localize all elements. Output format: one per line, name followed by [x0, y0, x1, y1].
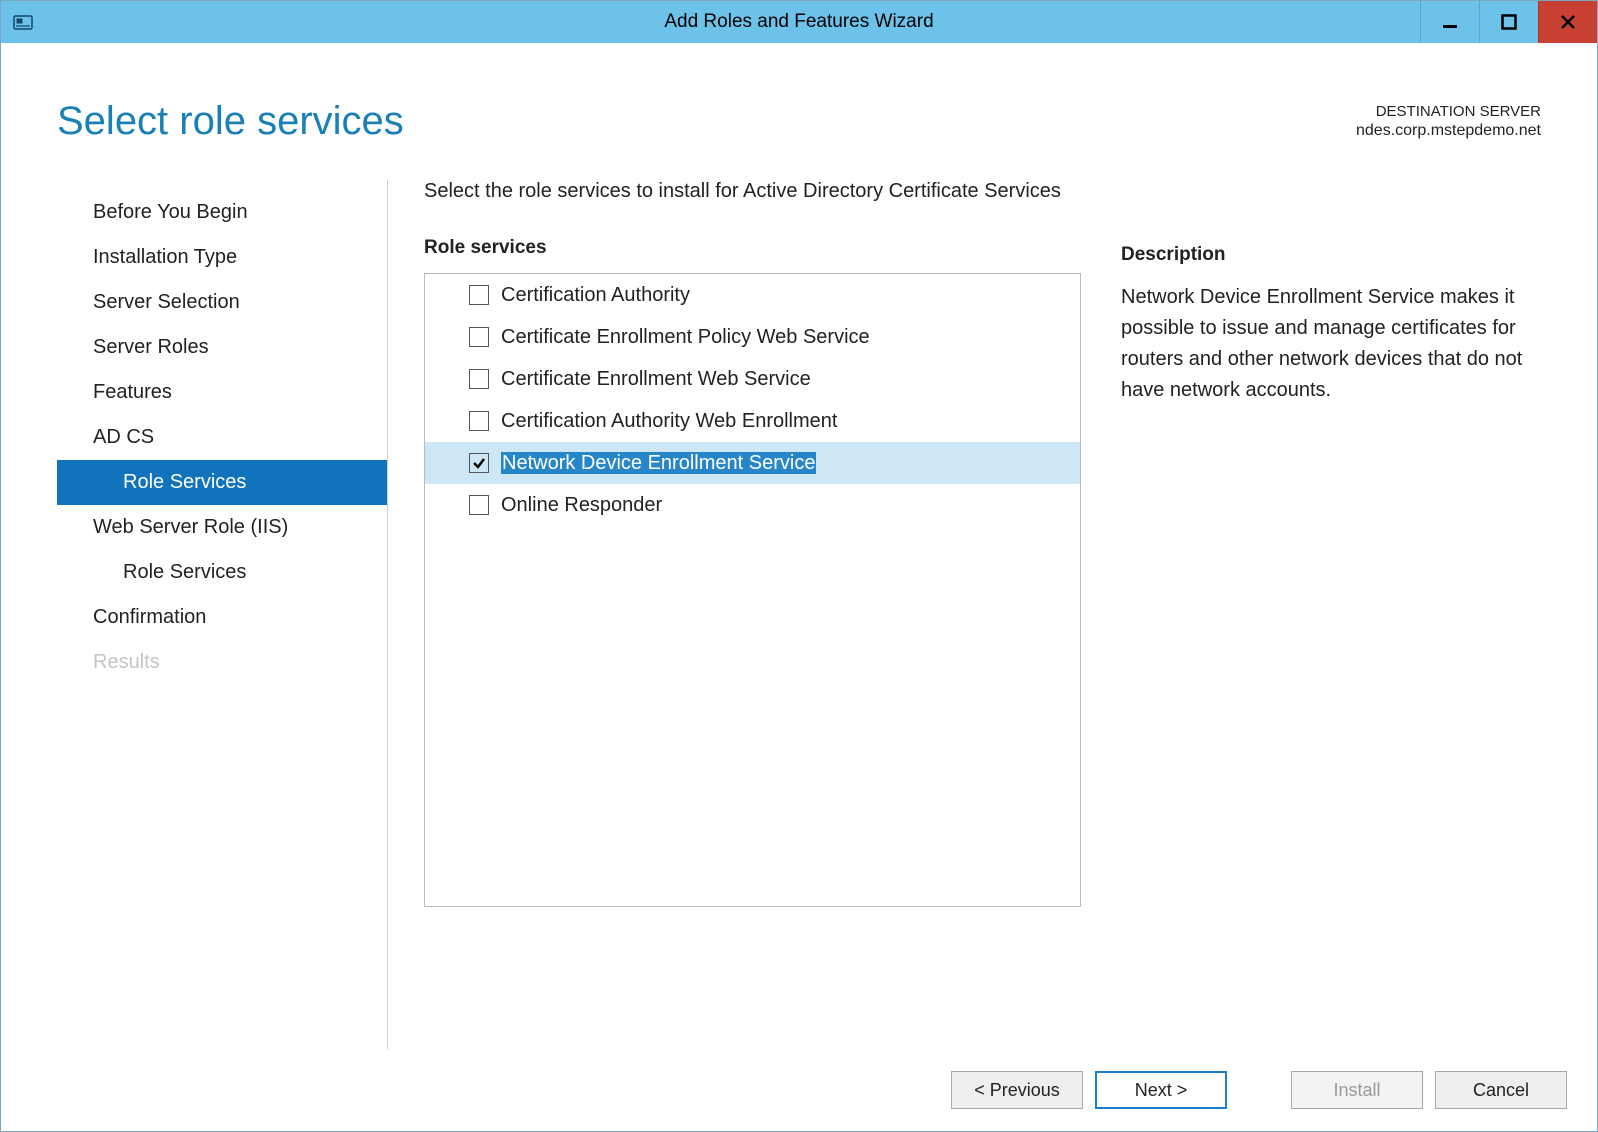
role-service-label: Certification Authority Web Enrollment [501, 410, 837, 433]
maximize-icon [1501, 14, 1517, 30]
role-service-label: Online Responder [501, 494, 662, 517]
role-service-item[interactable]: Online Responder [425, 484, 1080, 526]
role-service-label: Network Device Enrollment Service [501, 452, 816, 475]
nav-item[interactable]: Before You Begin [57, 190, 387, 235]
role-service-label: Certification Authority [501, 284, 690, 307]
destination-server-block: DESTINATION SERVER ndes.corp.mstepdemo.n… [1356, 103, 1541, 140]
role-service-item[interactable]: Network Device Enrollment Service [425, 442, 1080, 484]
instruction-text: Select the role services to install for … [424, 180, 1081, 203]
nav-item[interactable]: Confirmation [57, 595, 387, 640]
close-button[interactable] [1538, 1, 1597, 43]
description-text: Network Device Enrollment Service makes … [1121, 282, 1541, 406]
nav-item[interactable]: Web Server Role (IIS) [57, 505, 387, 550]
minimize-button[interactable] [1420, 1, 1479, 43]
wizard-main: Select the role services to install for … [388, 180, 1597, 1049]
close-icon [1560, 14, 1576, 30]
checkbox[interactable] [469, 327, 489, 347]
role-service-label: Certificate Enrollment Web Service [501, 368, 811, 391]
role-services-list[interactable]: Certification Authority Certificate Enrol… [424, 273, 1081, 907]
role-service-label: Certificate Enrollment Policy Web Servic… [501, 326, 870, 349]
wizard-content: Select role services DESTINATION SERVER … [1, 43, 1597, 1131]
wizard-nav: Before You BeginInstallation TypeServer … [57, 180, 388, 1049]
nav-item[interactable]: Features [57, 370, 387, 415]
check-icon [472, 456, 486, 470]
wizard-footer: < Previous Next > Install Cancel [1, 1049, 1597, 1131]
wizard-header: Select role services DESTINATION SERVER … [1, 43, 1597, 144]
checkbox[interactable] [469, 453, 489, 473]
next-button[interactable]: Next > [1095, 1071, 1227, 1109]
destination-server-value: ndes.corp.mstepdemo.net [1356, 122, 1541, 140]
nav-item: Results [57, 640, 387, 685]
previous-button[interactable]: < Previous [951, 1071, 1083, 1109]
checkbox[interactable] [469, 369, 489, 389]
destination-server-label: DESTINATION SERVER [1356, 103, 1541, 120]
maximize-button[interactable] [1479, 1, 1538, 43]
role-service-item[interactable]: Certification Authority Web Enrollment [425, 400, 1080, 442]
description-label: Description [1121, 244, 1541, 266]
title-bar: Add Roles and Features Wizard [1, 1, 1597, 43]
nav-item[interactable]: AD CS [57, 415, 387, 460]
minimize-icon [1442, 14, 1458, 30]
install-button: Install [1291, 1071, 1423, 1109]
wizard-window: Add Roles and Features Wizard Select rol… [0, 0, 1598, 1132]
nav-item[interactable]: Role Services [57, 460, 387, 505]
nav-item[interactable]: Server Selection [57, 280, 387, 325]
role-services-column: Select the role services to install for … [424, 180, 1081, 1049]
nav-item[interactable]: Server Roles [57, 325, 387, 370]
cancel-button[interactable]: Cancel [1435, 1071, 1567, 1109]
checkbox[interactable] [469, 495, 489, 515]
window-buttons [1420, 1, 1597, 43]
nav-item[interactable]: Role Services [57, 550, 387, 595]
nav-item[interactable]: Installation Type [57, 235, 387, 280]
page-title: Select role services [57, 99, 404, 144]
role-service-item[interactable]: Certificate Enrollment Policy Web Servic… [425, 316, 1080, 358]
description-column: Description Network Device Enrollment Se… [1121, 180, 1541, 1049]
role-service-item[interactable]: Certificate Enrollment Web Service [425, 358, 1080, 400]
window-title: Add Roles and Features Wizard [1, 11, 1597, 33]
wizard-body: Before You BeginInstallation TypeServer … [1, 144, 1597, 1049]
role-services-label: Role services [424, 237, 1081, 259]
checkbox[interactable] [469, 285, 489, 305]
server-manager-icon [13, 13, 33, 31]
checkbox[interactable] [469, 411, 489, 431]
role-service-item[interactable]: Certification Authority [425, 274, 1080, 316]
